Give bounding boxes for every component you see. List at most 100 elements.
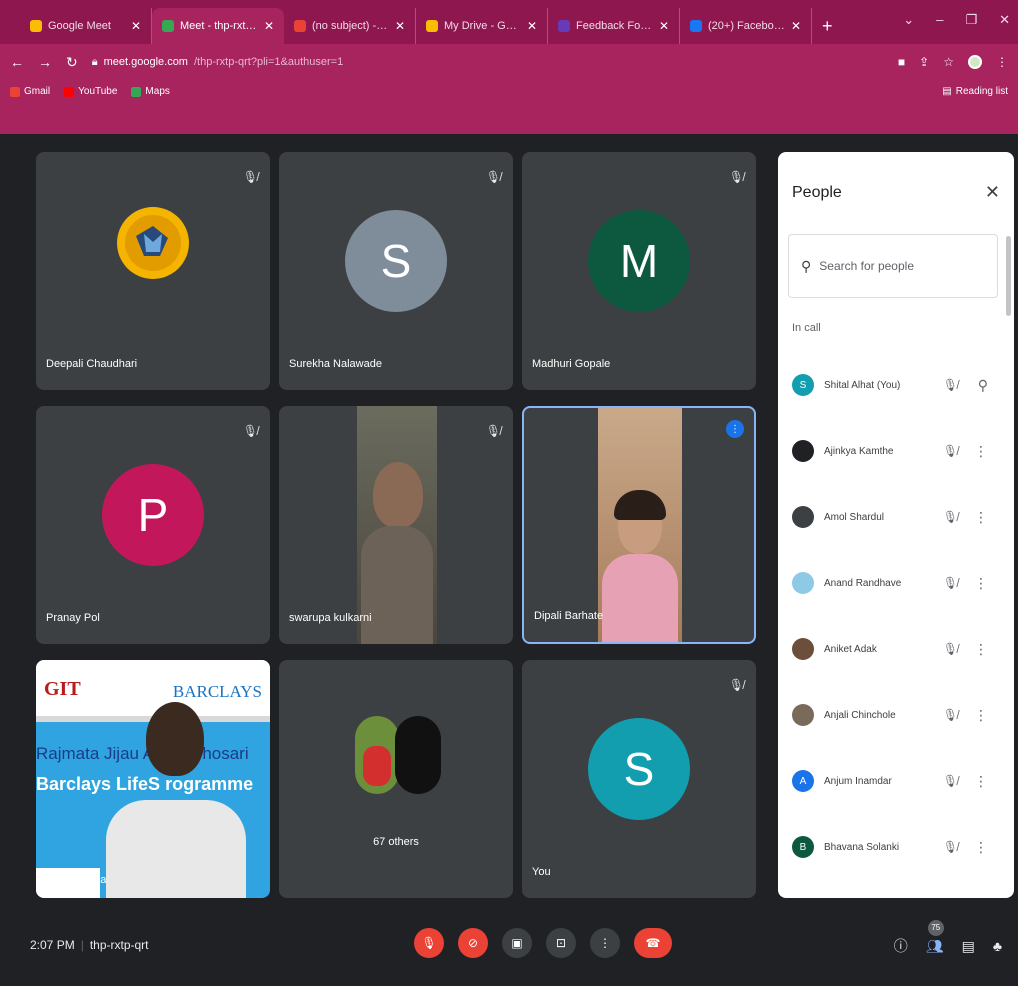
chat-icon[interactable]: ▤	[962, 938, 975, 955]
bookmark-item[interactable]: Gmail	[10, 86, 50, 97]
participant-tile[interactable]: 🎙︎̸ S Surekha Nalawade	[279, 152, 513, 390]
section-label: In call	[792, 322, 821, 334]
minimize-icon[interactable]: –	[936, 12, 943, 28]
browser-tab[interactable]: (20+) Facebook ✕	[680, 8, 812, 44]
more-vert-icon[interactable]: ⋮	[974, 509, 988, 526]
more-vert-icon[interactable]: ⋮	[974, 773, 988, 790]
speaking-indicator-icon: ⋮	[726, 420, 744, 438]
bookmarks-bar: Gmail YouTube Maps ▤ Reading list	[0, 80, 1018, 134]
bookmark-label: Maps	[145, 86, 170, 97]
address-bar: ← → ↻ 🔒︎ meet.google.com/thp-rxtp-qrt?pl…	[0, 44, 1018, 80]
mic-off-icon: 🎙︎̸	[942, 840, 958, 854]
participant-row[interactable]: A Anjum Inamdar 🎙︎̸ ⋮	[778, 748, 1014, 814]
close-window-icon[interactable]: ✕	[999, 12, 1010, 28]
camera-icon[interactable]: ■	[898, 55, 905, 69]
participant-tile[interactable]: 67 others	[279, 660, 513, 898]
leave-call-button[interactable]: ☎︎	[634, 928, 672, 958]
more-vert-icon[interactable]: ⋮	[974, 443, 988, 460]
share-icon[interactable]: ⇪	[919, 55, 929, 69]
url-host: meet.google.com	[103, 56, 188, 68]
participant-video	[598, 408, 682, 642]
menu-icon[interactable]: ⋮	[996, 55, 1008, 69]
window-controls: ⌄ – ❐ ✕	[903, 12, 1010, 28]
forward-icon[interactable]: →	[38, 54, 52, 70]
close-tab-icon[interactable]: ✕	[131, 19, 141, 33]
participant-tile[interactable]: 🎙︎̸ P Pranay Pol	[36, 406, 270, 644]
browser-tab[interactable]: Feedback Form for IT Boot ✕	[548, 8, 680, 44]
tab-label: (no subject) - bcujppm@g	[312, 20, 389, 32]
tab-favicon	[294, 20, 306, 32]
participant-tile[interactable]: ⋮ Dipali Barhate	[522, 406, 756, 644]
reload-icon[interactable]: ↻	[66, 54, 78, 71]
participant-row[interactable]: Amol Shardul 🎙︎̸ ⋮	[778, 484, 1014, 550]
mic-toggle-button[interactable]: 🎙︎	[414, 928, 444, 958]
present-button[interactable]: ⊡	[546, 928, 576, 958]
bookmark-label: Gmail	[24, 86, 51, 97]
close-tab-icon[interactable]: ✕	[791, 19, 801, 33]
captions-icon: ▣	[511, 936, 523, 950]
participant-row[interactable]: B Bhavana Solanki 🎙︎̸ ⋮	[778, 814, 1014, 880]
participant-tile[interactable]: 🎙︎̸ Deepali Chaudhari	[36, 152, 270, 390]
participant-photo	[117, 207, 189, 279]
reading-list-button[interactable]: ▤ Reading list	[942, 86, 1008, 97]
info-icon[interactable]: ⓘ	[894, 936, 908, 956]
search-placeholder: Search for people	[819, 259, 914, 273]
bookmark-item[interactable]: YouTube	[64, 86, 117, 97]
participant-row[interactable]: Anjali Chinchole 🎙︎̸ ⋮	[778, 682, 1014, 748]
scrollbar[interactable]	[1006, 236, 1011, 316]
mic-off-icon: 🎙︎̸	[942, 444, 958, 458]
close-tab-icon[interactable]: ✕	[264, 19, 274, 33]
tab-search-icon[interactable]: ⌄	[903, 12, 914, 28]
browser-tab[interactable]: (no subject) - bcujppm@g ✕	[284, 8, 416, 44]
close-tab-icon[interactable]: ✕	[395, 19, 405, 33]
captions-button[interactable]: ▣	[502, 928, 532, 958]
pin-icon[interactable]: ⚲	[978, 377, 988, 394]
people-button[interactable]: 75 👥︎	[926, 919, 944, 955]
camera-off-icon: ⊘	[467, 936, 479, 950]
star-icon[interactable]: ☆	[943, 55, 954, 69]
participant-avatar: P	[102, 464, 204, 566]
participant-avatar: B	[792, 836, 814, 858]
participant-row[interactable]: S Shital Alhat (You) 🎙︎̸ ⚲	[778, 352, 1014, 418]
more-vert-icon[interactable]: ⋮	[974, 575, 988, 592]
participant-tile[interactable]: 🎙︎̸ swarupa kulkarni	[279, 406, 513, 644]
new-tab-button[interactable]: +	[812, 8, 843, 44]
call-end-icon: ☎︎	[645, 936, 661, 950]
participant-avatar: S	[345, 210, 447, 312]
close-tab-icon[interactable]: ✕	[659, 19, 669, 33]
close-tab-icon[interactable]: ✕	[527, 19, 537, 33]
meeting-toolbar: 2:07 PM | thp-rxtp-qrt 🎙︎ ⊘ ▣ ⊡ ⋮ ☎︎ ⓘ 75 …	[0, 900, 1018, 986]
bookmark-item[interactable]: Maps	[131, 86, 170, 97]
browser-tab[interactable]: My Drive - Google Drive ✕	[416, 8, 548, 44]
participant-tile[interactable]: 🎙︎̸ S You	[522, 660, 756, 898]
url-path: /thp-rxtp-qrt?pli=1&authuser=1	[193, 56, 344, 68]
participant-name: O P Sharma	[46, 874, 107, 886]
mic-off-icon: 🎙︎̸	[485, 170, 501, 184]
url-input[interactable]: 🔒︎ meet.google.com/thp-rxtp-qrt?pli=1&au…	[92, 50, 884, 74]
mic-off-icon: 🎙︎̸	[942, 642, 958, 656]
more-vert-icon[interactable]: ⋮	[974, 839, 988, 856]
search-input[interactable]: ⚲ Search for people	[788, 234, 998, 298]
browser-tab[interactable]: Meet - thp-rxtp-qrt ✕	[152, 8, 284, 44]
browser-tab[interactable]: Google Meet ✕	[20, 8, 152, 44]
participant-tile[interactable]: 🎙︎̸ M Madhuri Gopale	[522, 152, 756, 390]
profile-avatar[interactable]	[968, 55, 982, 69]
close-icon[interactable]: ✕	[985, 182, 1000, 203]
tab-label: My Drive - Google Drive	[444, 20, 521, 32]
participant-name: Surekha Nalawade	[289, 358, 382, 370]
mic-off-icon: 🎙︎̸	[942, 510, 958, 524]
back-icon[interactable]: ←	[10, 54, 24, 70]
more-options-button[interactable]: ⋮	[590, 928, 620, 958]
more-vert-icon[interactable]: ⋮	[974, 641, 988, 658]
presentation-line-2: Barclays LifeS rogramme	[36, 774, 254, 794]
mic-off-icon: 🎙︎̸	[942, 378, 958, 392]
participant-row[interactable]: Aniket Adak 🎙︎̸ ⋮	[778, 616, 1014, 682]
participant-row[interactable]: Ajinkya Kamthe 🎙︎̸ ⋮	[778, 418, 1014, 484]
mic-off-icon: 🎙︎̸	[728, 678, 744, 692]
camera-toggle-button[interactable]: ⊘	[458, 928, 488, 958]
participant-tile[interactable]: GIT BARCLAYS Rajmata Jijau A ege Bhosari…	[36, 660, 270, 898]
activities-icon[interactable]: ♣	[993, 938, 1002, 954]
participant-row[interactable]: Anand Randhave 🎙︎̸ ⋮	[778, 550, 1014, 616]
more-vert-icon[interactable]: ⋮	[974, 707, 988, 724]
restore-icon[interactable]: ❐	[965, 12, 977, 28]
